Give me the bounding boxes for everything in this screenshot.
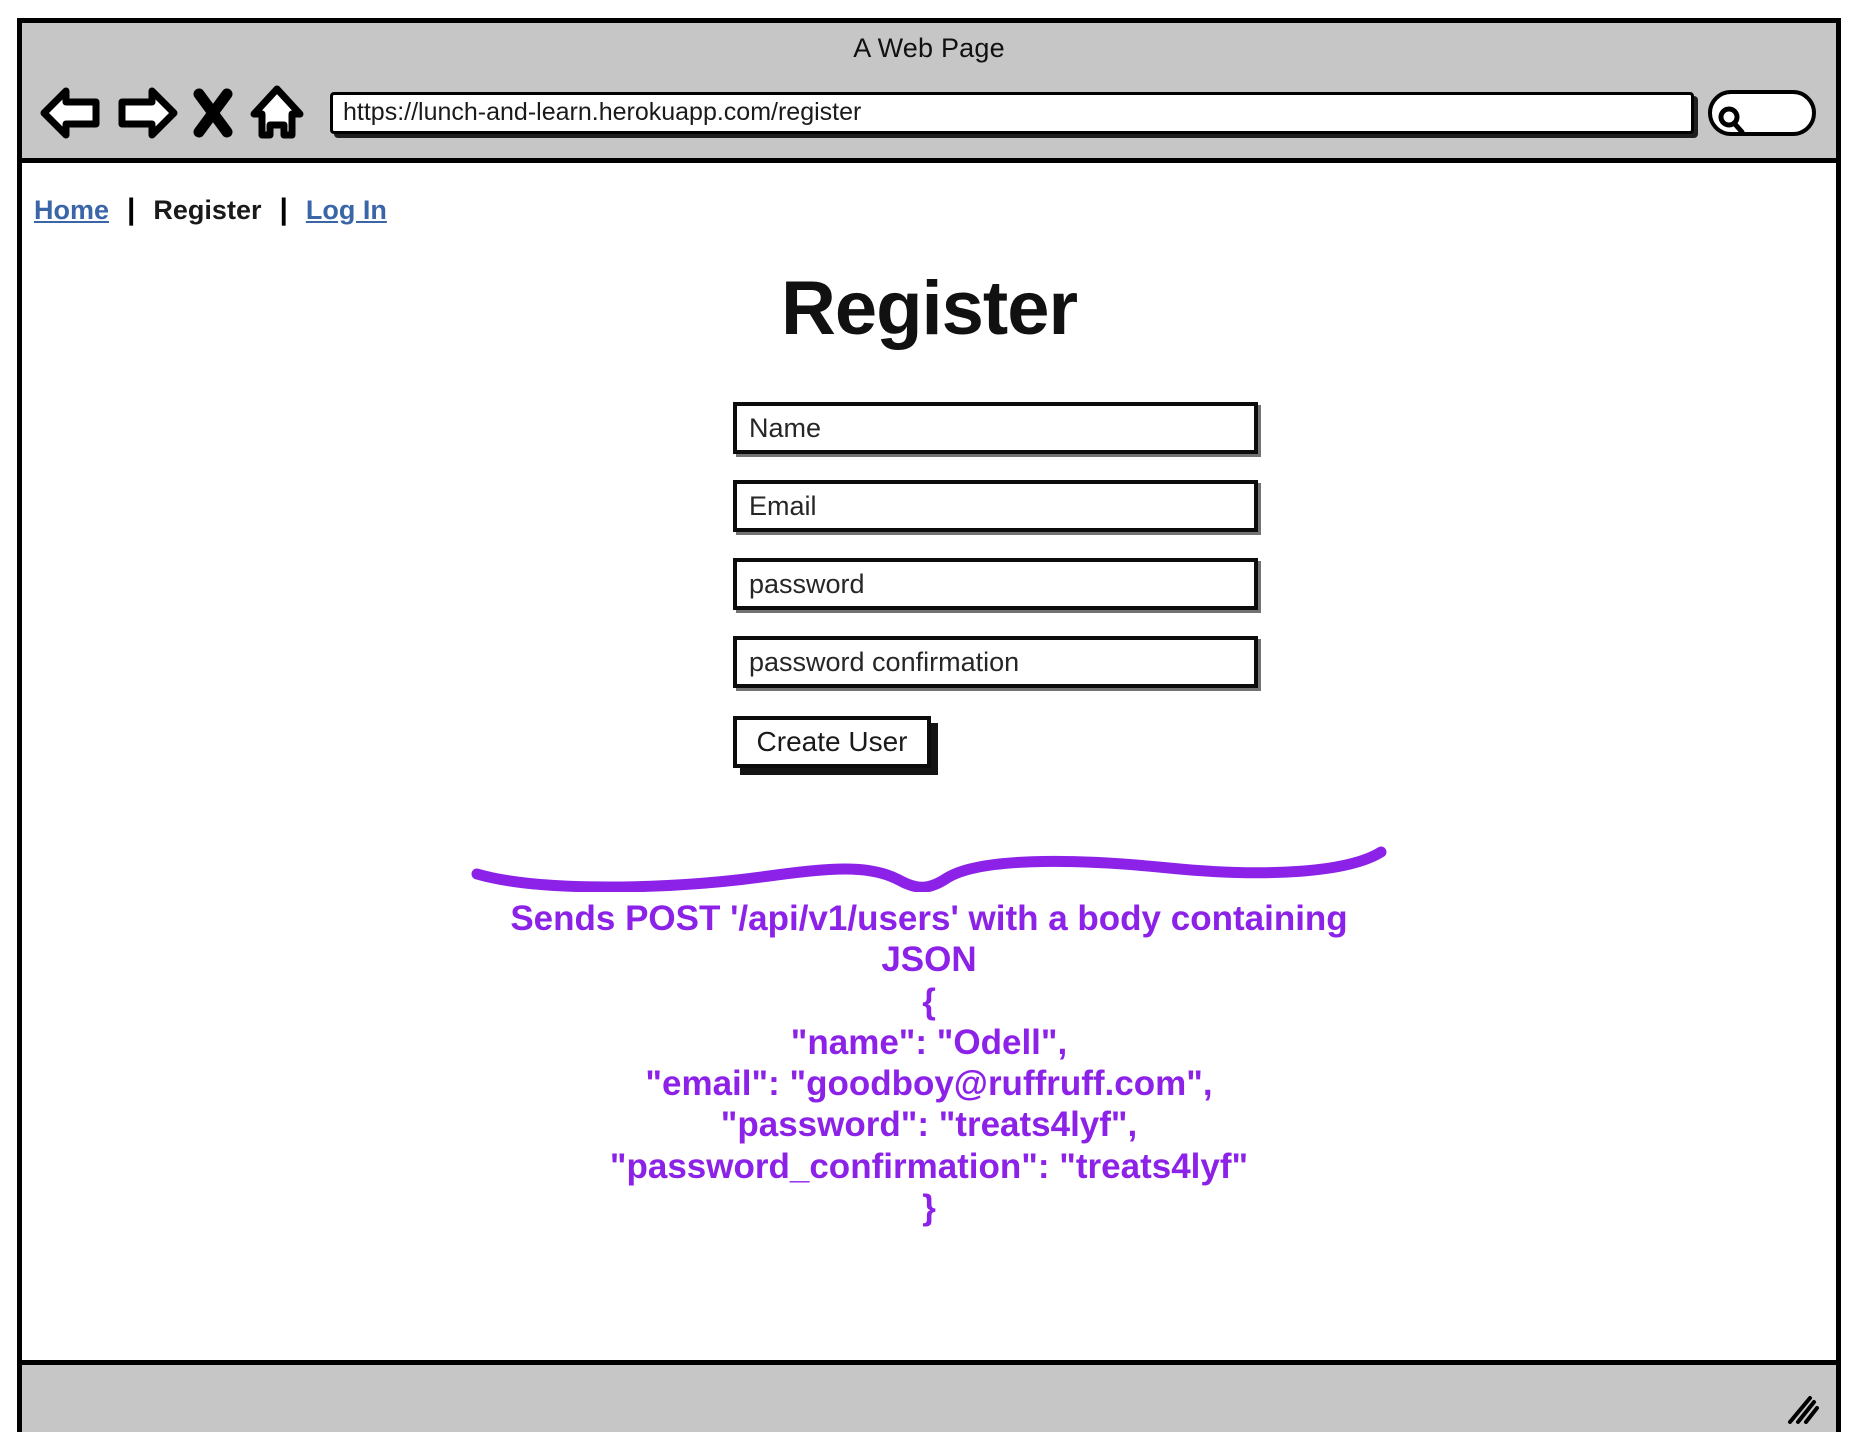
nav-link-login[interactable]: Log In xyxy=(306,195,387,226)
annotation-line-7: "password_confirmation": "treats4lyf" xyxy=(609,1146,1249,1186)
browser-toolbar: https://lunch-and-learn.herokuapp.com/re… xyxy=(22,75,1836,150)
toolbar-icon-group xyxy=(22,85,306,141)
create-user-button[interactable]: Create User xyxy=(733,716,931,768)
search-box[interactable] xyxy=(1708,89,1816,136)
nav-link-home[interactable]: Home xyxy=(34,195,109,226)
annotation-line-5: "email": "goodboy@ruffruff.com", xyxy=(645,1064,1213,1104)
register-form: Name Email password password confirmatio… xyxy=(22,402,1836,768)
name-field[interactable]: Name xyxy=(733,402,1258,454)
window-title: A Web Page xyxy=(853,33,1005,63)
squiggle-underline-icon xyxy=(22,846,1836,893)
email-field-placeholder: Email xyxy=(749,490,817,521)
nav-separator-2: | xyxy=(279,193,288,226)
annotation-line-4: "name": "Odell", xyxy=(790,1022,1068,1062)
password-field[interactable]: password xyxy=(733,558,1258,610)
password-confirmation-field[interactable]: password confirmation xyxy=(733,636,1258,688)
name-field-placeholder: Name xyxy=(749,412,822,443)
nav-separator-1: | xyxy=(127,193,136,226)
annotation-line-1: Sends POST '/api/v1/users' with a body c… xyxy=(510,899,1348,938)
annotation-line-2: JSON xyxy=(881,940,977,980)
browser-chrome: A Web Page https://lunch-and-learn.herok… xyxy=(22,23,1836,163)
back-arrow-icon[interactable] xyxy=(40,87,102,139)
annotation-text: Sends POST '/api/v1/users' with a body c… xyxy=(429,898,1429,1228)
close-x-icon[interactable] xyxy=(192,87,234,139)
email-field[interactable]: Email xyxy=(733,480,1258,532)
password-field-placeholder: password xyxy=(749,568,865,599)
resize-grip-icon[interactable] xyxy=(1780,1390,1820,1426)
url-text: https://lunch-and-learn.herokuapp.com/re… xyxy=(343,98,862,126)
annotation-line-6: "password": "treats4lyf", xyxy=(720,1105,1138,1145)
browser-window: A Web Page https://lunch-and-learn.herok… xyxy=(17,18,1841,1432)
magnifier-icon xyxy=(1714,105,1748,140)
page-content: Home | Register | Log In Register Name E… xyxy=(22,163,1836,1360)
forward-arrow-icon[interactable] xyxy=(116,87,178,139)
annotation-block: Sends POST '/api/v1/users' with a body c… xyxy=(22,846,1836,1228)
password-confirmation-field-placeholder: password confirmation xyxy=(749,646,1020,677)
site-nav: Home | Register | Log In xyxy=(22,163,1836,227)
address-bar[interactable]: https://lunch-and-learn.herokuapp.com/re… xyxy=(330,91,1694,134)
status-bar xyxy=(22,1360,1836,1432)
annotation-line-8: } xyxy=(922,1188,936,1228)
page-title: Register xyxy=(780,266,1078,351)
annotation-line-3: { xyxy=(922,981,936,1021)
nav-link-register[interactable]: Register xyxy=(153,195,261,226)
home-icon[interactable] xyxy=(248,85,306,141)
create-user-button-label: Create User xyxy=(756,726,908,757)
